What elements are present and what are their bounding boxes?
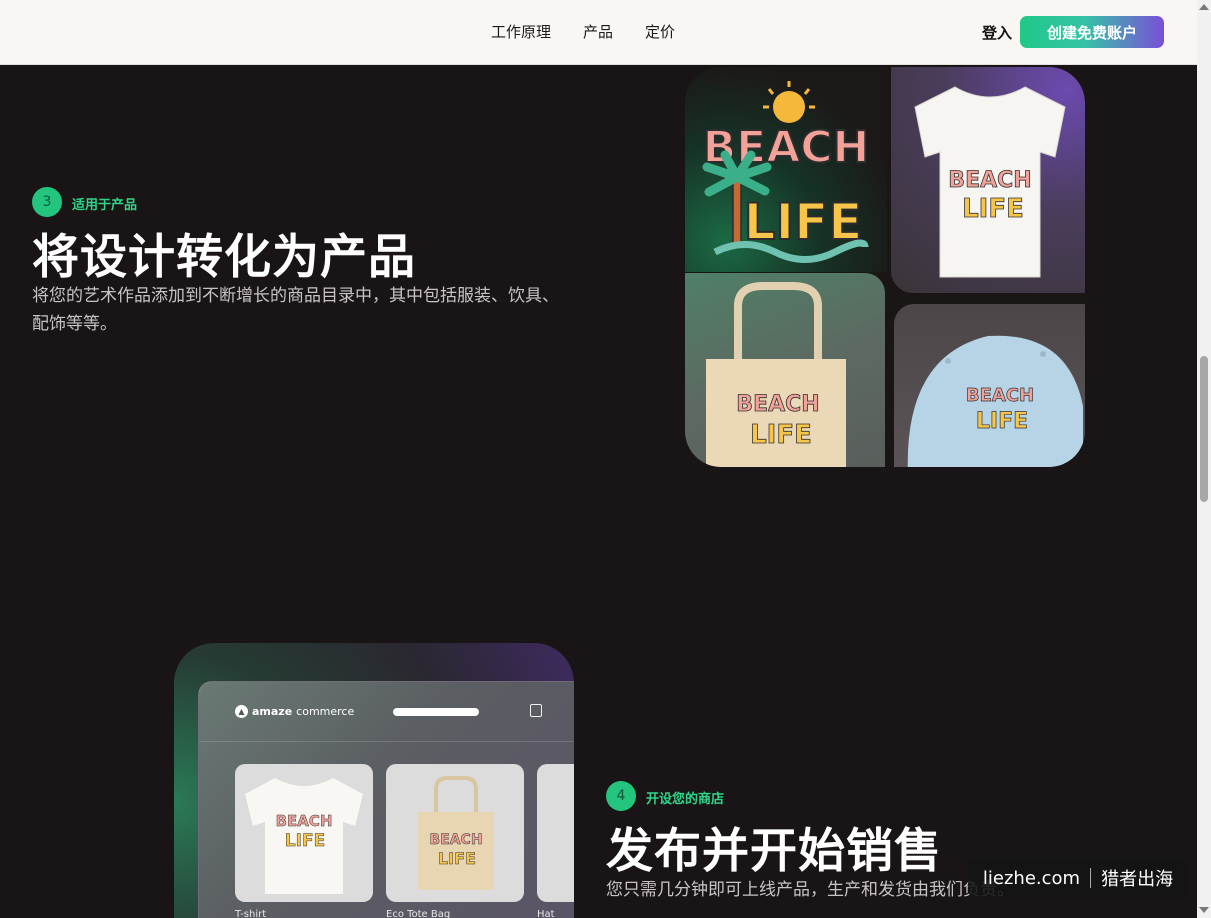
login-link[interactable]: 登入 <box>982 22 1012 43</box>
watermark-site: liezhe.com <box>982 867 1081 889</box>
product-collage: BEACH LIFE BEACH LIFE BEACH LIFE BEACH L… <box>685 67 1085 467</box>
artwork-tile: BEACH LIFE <box>685 67 887 272</box>
scroll-up-arrow-icon[interactable] <box>1199 4 1209 10</box>
hat-mockup: BEACH LIFE <box>907 335 1083 467</box>
top-navbar: 工作原理 产品 定价 登入 创建免费账户 <box>0 0 1197 65</box>
watermark-name: 猎者出海 <box>1101 869 1174 890</box>
watermark-divider <box>1090 868 1092 888</box>
svg-text:LIFE: LIFE <box>976 409 1028 434</box>
svg-text:LIFE: LIFE <box>438 849 476 868</box>
step-3-label: 适用于产品 <box>72 198 138 213</box>
tshirt-thumbnail: BEACH LIFE <box>245 778 363 894</box>
create-account-button[interactable]: 创建免费账户 <box>1020 16 1164 48</box>
product-card-hat[interactable] <box>537 764 574 902</box>
svg-text:LIFE: LIFE <box>750 420 812 450</box>
watermark-badge: liezhe.com 猎者出海 <box>968 858 1188 898</box>
nav-products[interactable]: 产品 <box>583 21 613 42</box>
product-label-tote: Eco Tote Bag <box>386 909 451 918</box>
beach-life-artwork: BEACH LIFE <box>702 81 870 263</box>
step-4-badge: 4 <box>606 781 636 811</box>
tote-bag-mockup: BEACH LIFE <box>706 282 846 467</box>
tshirt-mockup: BEACH LIFE <box>914 86 1066 278</box>
store-window: ▲ amaze commerce BEACH LIFE BEACH LIFE T <box>198 681 574 918</box>
step-4-title: 发布并开始销售 <box>606 824 942 879</box>
store-logo-suffix: commerce <box>296 705 355 718</box>
svg-text:BEACH: BEACH <box>736 392 819 417</box>
amaze-logo-icon: ▲ <box>235 705 248 718</box>
step-3-description-line2: 配饰等等。 <box>32 314 117 334</box>
nav-how-it-works[interactable]: 工作原理 <box>491 21 551 42</box>
svg-text:BEACH: BEACH <box>429 832 482 848</box>
step-4-label: 开设您的商店 <box>646 792 725 807</box>
svg-text:LIFE: LIFE <box>962 194 1024 224</box>
tote-tile: BEACH LIFE <box>685 273 885 467</box>
step-3-description-line1: 将您的艺术作品添加到不断增长的商品目录中，其中包括服装、饮具、 <box>32 286 559 306</box>
svg-text:BEACH: BEACH <box>966 385 1034 406</box>
nav-pricing[interactable]: 定价 <box>645 21 675 42</box>
store-preview: ▲ amaze commerce BEACH LIFE BEACH LIFE T <box>174 643 574 918</box>
store-logo-brand: amaze <box>252 705 293 718</box>
product-card-tshirt[interactable]: BEACH LIFE <box>235 764 373 902</box>
hat-tile: BEACH LIFE <box>894 304 1085 467</box>
scroll-down-arrow-icon[interactable] <box>1199 907 1209 913</box>
step-3-description: 将您的艺术作品添加到不断增长的商品目录中，其中包括服装、饮具、 配饰等等。 <box>32 282 612 338</box>
step-3-title: 将设计转化为产品 <box>32 230 416 285</box>
scrollbar-thumb[interactable] <box>1200 356 1208 502</box>
svg-text:LIFE: LIFE <box>285 831 325 851</box>
svg-text:BEACH: BEACH <box>948 168 1031 193</box>
tshirt-tile: BEACH LIFE <box>891 67 1085 293</box>
product-card-tote[interactable]: BEACH LIFE <box>386 764 524 902</box>
main-nav: 工作原理 产品 定价 <box>491 21 675 42</box>
store-logo: ▲ amaze commerce <box>235 705 354 718</box>
step-3-badge: 3 <box>32 187 62 217</box>
svg-text:LIFE: LIFE <box>744 193 863 251</box>
product-label-tshirt: T-shirt <box>235 909 267 918</box>
product-label-hat: Hat <box>537 909 555 918</box>
shopping-bag-icon <box>530 704 542 717</box>
store-search-bar <box>393 708 479 716</box>
tote-thumbnail: BEACH LIFE <box>418 776 494 890</box>
store-header: ▲ amaze commerce <box>199 682 574 742</box>
svg-text:BEACH: BEACH <box>276 812 333 830</box>
